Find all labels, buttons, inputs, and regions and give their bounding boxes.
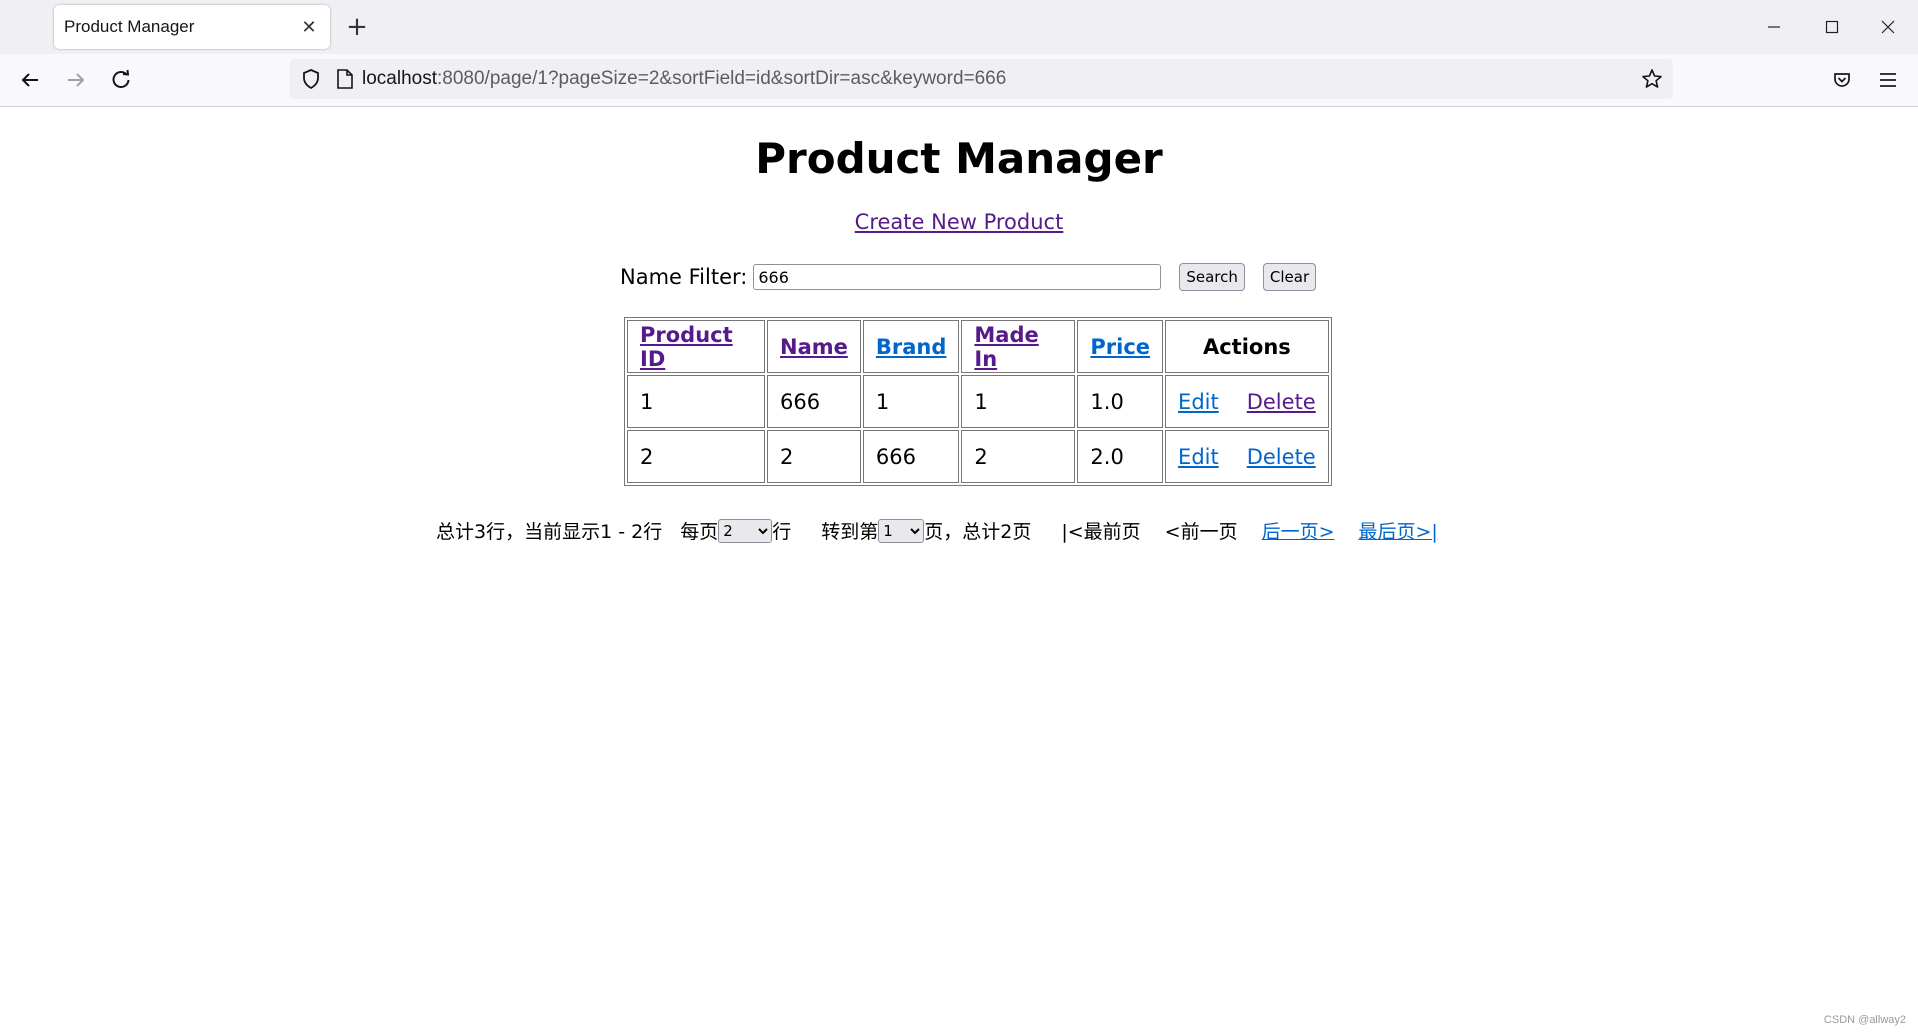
- cell-product-id: 1: [627, 375, 765, 428]
- goto-prefix: 转到第: [821, 521, 879, 543]
- name-filter-input[interactable]: [753, 264, 1162, 290]
- cell-brand: 1: [862, 375, 960, 428]
- cell-name: 2: [767, 430, 861, 483]
- cell-product-id: 2: [627, 430, 765, 483]
- nav-bar: localhost:8080/page/1?pageSize=2&sortFie…: [0, 54, 1918, 107]
- pager-summary: 总计3行，当前显示1 - 2行: [436, 521, 663, 543]
- browser-tab[interactable]: Product Manager ✕: [54, 5, 330, 49]
- create-new-product-link[interactable]: Create New Product: [855, 210, 1064, 234]
- tab-bar: Product Manager ✕ +: [0, 0, 1918, 54]
- per-page-suffix: 行: [772, 521, 792, 543]
- search-button[interactable]: Search: [1179, 263, 1245, 291]
- product-table: Product ID Name Brand Made In Price Acti…: [624, 317, 1332, 486]
- tab-title: Product Manager: [64, 17, 195, 36]
- new-tab-icon[interactable]: +: [344, 10, 370, 44]
- sort-product-id-link[interactable]: Product ID: [640, 323, 733, 371]
- next-page-link[interactable]: 后一页>: [1262, 517, 1335, 544]
- sort-brand-link[interactable]: Brand: [876, 335, 947, 359]
- goto-suffix: 页，总计2页: [924, 521, 1032, 543]
- cell-actions: Edit Delete: [1165, 375, 1329, 428]
- prev-page-text: <前一页: [1164, 521, 1238, 543]
- cell-made-in: 1: [961, 375, 1076, 428]
- menu-icon[interactable]: [1870, 62, 1906, 98]
- sort-name-link[interactable]: Name: [780, 335, 848, 359]
- pagination: 总计3行，当前显示1 - 2行 每页 2 行 转到第 1 页，总计2页 |<最前…: [436, 517, 1438, 544]
- cell-actions: Edit Delete: [1165, 430, 1329, 483]
- url-host: localhost: [362, 68, 437, 89]
- last-page-link[interactable]: 最后页>|: [1359, 517, 1438, 544]
- header-product-id[interactable]: Product ID: [627, 320, 765, 373]
- page-size-select[interactable]: 2: [718, 518, 773, 543]
- url-path: :8080/page/1?pageSize=2&sortField=id&sor…: [437, 68, 1007, 89]
- first-page-text: |<最前页: [1061, 521, 1141, 543]
- clear-button[interactable]: Clear: [1262, 263, 1317, 291]
- header-actions: Actions: [1165, 320, 1329, 373]
- cell-price: 2.0: [1077, 430, 1164, 483]
- header-brand[interactable]: Brand: [862, 320, 960, 373]
- back-arrow-icon[interactable]: [12, 62, 48, 98]
- minimize-icon[interactable]: [1746, 0, 1802, 54]
- create-link-wrapper: Create New Product: [0, 210, 1918, 234]
- cell-brand: 666: [862, 430, 960, 483]
- edit-link[interactable]: Edit: [1178, 445, 1219, 469]
- pocket-icon[interactable]: [1824, 62, 1860, 98]
- cell-price: 1.0: [1077, 375, 1164, 428]
- header-name[interactable]: Name: [767, 320, 861, 373]
- page-number-select[interactable]: 1: [878, 518, 925, 543]
- close-window-icon[interactable]: [1860, 0, 1916, 54]
- table-header-row: Product ID Name Brand Made In Price Acti…: [627, 320, 1329, 373]
- cell-made-in: 2: [961, 430, 1076, 483]
- maximize-icon[interactable]: [1804, 0, 1860, 54]
- edit-link[interactable]: Edit: [1178, 390, 1219, 414]
- url-text[interactable]: localhost:8080/page/1?pageSize=2&sortFie…: [362, 68, 1006, 90]
- shield-icon[interactable]: [300, 68, 322, 90]
- delete-link[interactable]: Delete: [1247, 445, 1316, 469]
- table-row: 1 666 1 1 1.0 Edit Delete: [627, 375, 1329, 428]
- close-tab-icon[interactable]: ✕: [298, 17, 320, 38]
- per-page-prefix: 每页: [680, 521, 719, 543]
- reload-icon[interactable]: [103, 62, 139, 98]
- header-made-in[interactable]: Made In: [961, 320, 1076, 373]
- sort-price-link[interactable]: Price: [1090, 335, 1150, 359]
- delete-link[interactable]: Delete: [1247, 390, 1316, 414]
- name-filter-label: Name Filter:: [620, 265, 748, 289]
- page-info-icon[interactable]: [336, 69, 354, 89]
- bookmark-star-icon[interactable]: [1641, 68, 1663, 90]
- table-row: 2 2 666 2 2.0 Edit Delete: [627, 430, 1329, 483]
- watermark: CSDN @allway2: [1823, 1014, 1906, 1026]
- cell-name: 666: [767, 375, 861, 428]
- forward-arrow-icon[interactable]: [58, 62, 94, 98]
- header-price[interactable]: Price: [1077, 320, 1164, 373]
- page-title: Product Manager: [755, 134, 1163, 183]
- sort-made-in-link[interactable]: Made In: [974, 323, 1038, 371]
- url-bar[interactable]: localhost:8080/page/1?pageSize=2&sortFie…: [290, 59, 1673, 99]
- name-filter-form: Name Filter: Search Clear: [620, 263, 1317, 291]
- page-content: Product Manager Create New Product Name …: [0, 106, 1918, 1034]
